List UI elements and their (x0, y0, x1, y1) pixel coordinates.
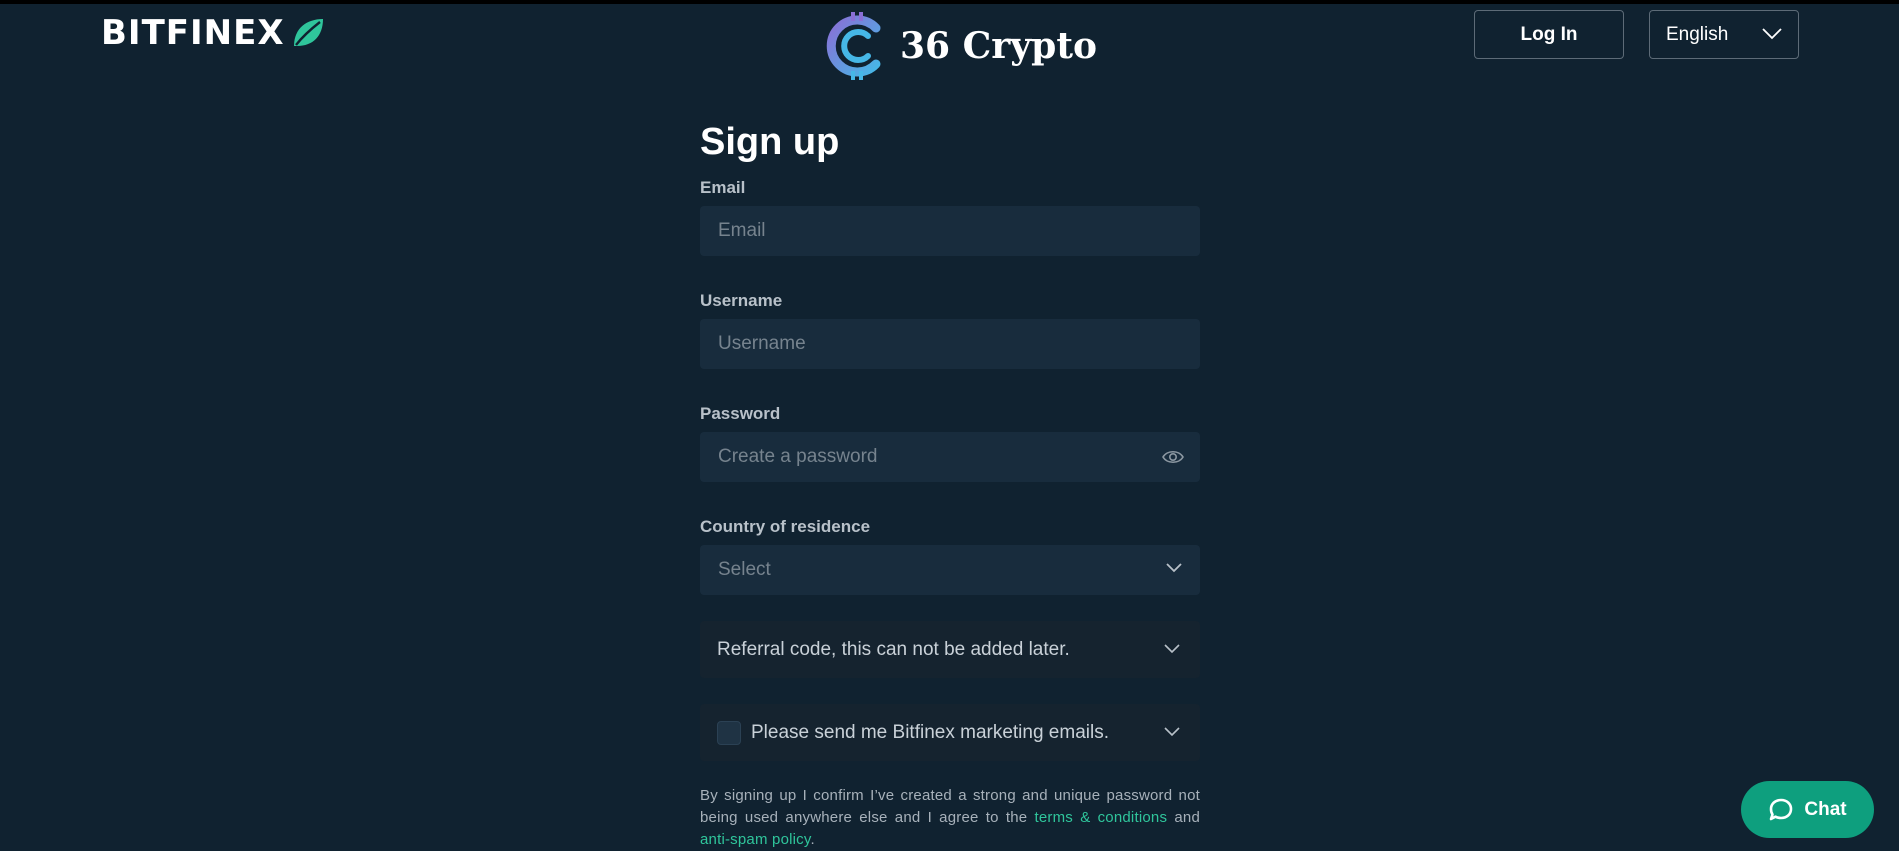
legal-suffix: . (810, 831, 815, 848)
chat-button[interactable]: Chat (1741, 781, 1874, 838)
signup-form: Sign up Email Username Password Country … (700, 120, 1200, 851)
referral-code-label: Referral code, this can not be added lat… (717, 638, 1070, 660)
email-label: Email (700, 178, 746, 197)
anti-spam-link[interactable]: anti-spam policy (700, 831, 810, 848)
login-button[interactable]: Log In (1474, 10, 1624, 59)
username-field[interactable] (718, 333, 1182, 355)
leaf-icon (293, 19, 323, 46)
password-label: Password (700, 404, 781, 423)
legal-text: By signing up I confirm I’ve created a s… (700, 785, 1200, 851)
chevron-down-icon[interactable] (1164, 726, 1180, 738)
password-field[interactable] (718, 446, 1182, 468)
crypto-coin-icon (826, 12, 881, 80)
chevron-down-icon (1166, 563, 1182, 573)
password-field-container (700, 432, 1200, 482)
top-border (0, 0, 1899, 4)
bitfinex-logo[interactable]: BITFINEX (101, 14, 325, 52)
marketing-label: Please send me Bitfinex marketing emails… (751, 721, 1109, 743)
username-label: Username (700, 291, 783, 310)
language-select[interactable]: English (1649, 10, 1799, 59)
email-field[interactable] (718, 220, 1182, 242)
terms-link[interactable]: terms & conditions (1035, 809, 1168, 826)
eye-icon[interactable] (1162, 447, 1184, 467)
country-select[interactable]: Select (700, 545, 1200, 595)
marketing-checkbox[interactable] (717, 720, 741, 745)
country-label: Country of residence (700, 517, 871, 536)
chat-bubble-icon (1770, 798, 1793, 820)
legal-middle: and (1174, 809, 1200, 826)
chevron-down-icon (1762, 28, 1782, 40)
chat-label: Chat (1804, 798, 1847, 820)
marketing-emails-row: Please send me Bitfinex marketing emails… (700, 704, 1200, 761)
username-field-container (700, 319, 1200, 369)
page-title: Sign up (700, 121, 840, 163)
referral-code-toggle[interactable]: Referral code, this can not be added lat… (700, 621, 1200, 678)
chevron-down-icon (1164, 644, 1180, 654)
language-value: English (1666, 23, 1729, 45)
36crypto-logo: 36 Crypto (824, 12, 1097, 80)
country-placeholder: Select (718, 559, 771, 580)
brand-name: BITFINEX (101, 13, 285, 53)
email-field-container (700, 206, 1200, 256)
center-logo-text: 36 Crypto (900, 25, 1097, 67)
